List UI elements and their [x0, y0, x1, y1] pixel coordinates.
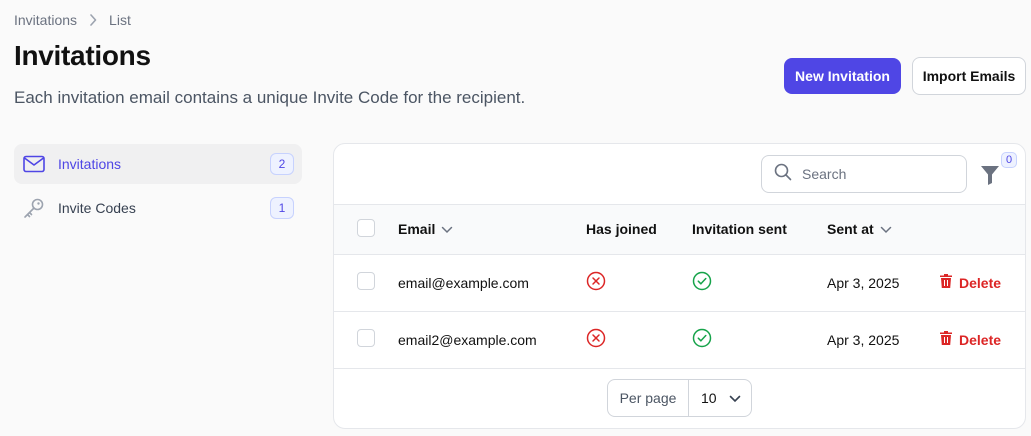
email-cell: email@example.com	[398, 274, 529, 291]
sidebar-item-label: Invitations	[58, 156, 122, 172]
key-icon	[22, 196, 46, 220]
delete-button[interactable]: Delete	[939, 273, 1001, 292]
search-box[interactable]	[761, 155, 967, 193]
page-subtitle: Each invitation email contains a unique …	[14, 88, 526, 107]
check-circle-icon	[692, 329, 712, 351]
chevron-right-icon	[89, 14, 97, 26]
delete-label: Delete	[959, 274, 1002, 291]
per-page-control: Per page 10	[607, 379, 752, 417]
select-all-checkbox[interactable]	[357, 218, 375, 237]
sent-at-cell: Apr 3, 2025	[827, 331, 900, 348]
page-title: Invitations	[14, 40, 151, 71]
row-checkbox[interactable]	[357, 329, 375, 348]
trash-icon	[939, 330, 953, 349]
table-row: email2@example.com Apr 3, 2025 Delete	[334, 311, 1025, 368]
count-badge: 1	[270, 197, 294, 219]
sidebar-item-label: Invite Codes	[58, 200, 136, 216]
x-circle-icon	[586, 329, 606, 351]
breadcrumb: Invitations List	[14, 12, 131, 28]
invitations-table: Email Has joined Invitation sent Sent at	[334, 205, 1025, 368]
sidebar-item-invite-codes[interactable]: Invite Codes 1	[14, 188, 302, 228]
filter-icon[interactable]	[980, 164, 1002, 186]
row-checkbox[interactable]	[357, 272, 375, 290]
sent-at-column-header[interactable]: Sent at	[827, 221, 892, 237]
chevron-down-icon	[441, 221, 453, 237]
per-page-select[interactable]: 10	[689, 390, 751, 406]
envelope-icon	[22, 152, 46, 176]
column-label: Email	[398, 221, 436, 238]
table-row: email@example.com Apr 3, 2025 Delete	[334, 254, 1025, 311]
trash-icon	[939, 273, 953, 292]
invitations-table-card: 0 Email Has joined Invitation sent Sent …	[333, 143, 1026, 429]
chevron-down-icon	[729, 390, 741, 406]
email-cell: email2@example.com	[398, 331, 537, 348]
delete-button[interactable]: Delete	[939, 330, 1001, 349]
sent-at-cell: Apr 3, 2025	[827, 274, 900, 291]
table-footer: Per page 10	[334, 368, 1025, 428]
table-header-row: Email Has joined Invitation sent Sent at	[334, 205, 1025, 254]
delete-label: Delete	[959, 331, 1002, 348]
search-icon	[774, 163, 792, 186]
x-circle-icon	[586, 271, 606, 294]
table-toolbar: 0	[334, 144, 1025, 205]
invitation-sent-column-header: Invitation sent	[692, 221, 787, 238]
import-emails-button[interactable]: Import Emails	[912, 57, 1026, 95]
per-page-label: Per page	[608, 380, 689, 416]
breadcrumb-item-list: List	[109, 12, 131, 28]
breadcrumb-item-invitations[interactable]: Invitations	[14, 12, 77, 28]
per-page-value: 10	[701, 390, 717, 406]
chevron-down-icon	[880, 221, 892, 237]
count-badge: 2	[270, 153, 294, 175]
email-column-header[interactable]: Email	[398, 221, 453, 237]
search-input[interactable]	[802, 166, 952, 182]
has-joined-column-header: Has joined	[586, 221, 657, 238]
sidebar-item-invitations[interactable]: Invitations 2	[14, 144, 302, 184]
new-invitation-button[interactable]: New Invitation	[784, 58, 901, 94]
column-label: Sent at	[827, 221, 874, 238]
filter-count-badge: 0	[1001, 152, 1017, 168]
sidebar: Invitations 2 Invite Codes 1	[14, 144, 302, 232]
check-circle-icon	[692, 271, 712, 294]
